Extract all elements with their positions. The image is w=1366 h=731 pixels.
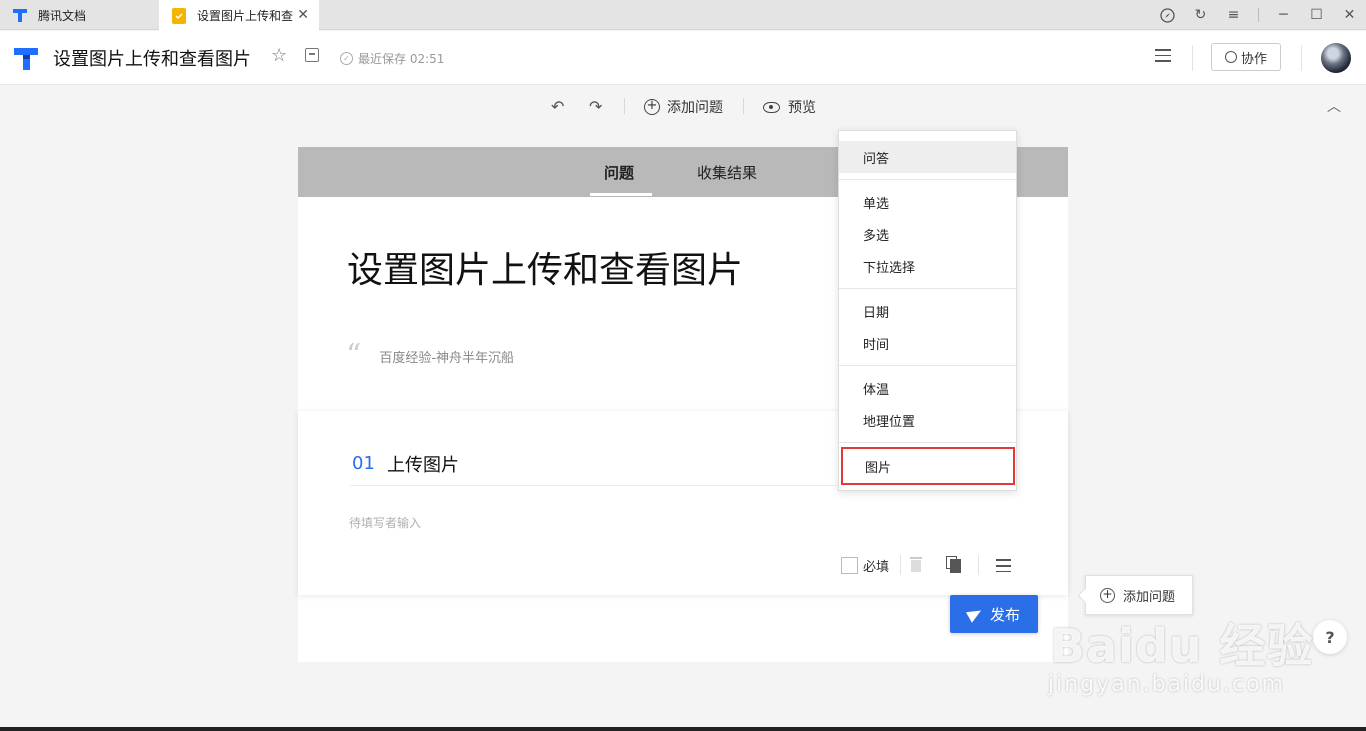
question-type-dropdown: 问答 单选 多选 下拉选择 日期 时间 体温 地理位置 图片 xyxy=(838,130,1017,491)
collaborate-button[interactable]: 协作 xyxy=(1211,43,1281,71)
divider xyxy=(978,555,979,575)
menu-item-dropdown-select[interactable]: 下拉选择 xyxy=(839,250,1016,282)
baidu-jingyan-watermark: Baidu 经验 xyxy=(1050,619,1314,673)
save-status: ✓ 最近保存 02:51 xyxy=(340,50,444,67)
window-tab-bar: 腾讯文档 设置图片上传和查 ✕ ↻ ≡ ─ ☐ ✕ xyxy=(0,0,1366,31)
form-toolbar: ↶ ↷ + 添加问题 预览 ︿ xyxy=(0,86,1366,126)
taskbar-edge xyxy=(0,727,1366,731)
publish-button[interactable]: 发布 xyxy=(950,595,1038,633)
move-to-folder-icon[interactable] xyxy=(305,48,319,62)
eye-icon xyxy=(763,101,780,113)
description-text: 百度经验-神舟半年沉船 xyxy=(379,350,515,366)
menu-item-location[interactable]: 地理位置 xyxy=(839,404,1016,436)
divider xyxy=(350,485,846,486)
floating-add-label: 添加问题 xyxy=(1123,589,1176,605)
menu-item-date[interactable]: 日期 xyxy=(839,295,1016,327)
add-question-label: 添加问题 xyxy=(667,100,723,116)
divider xyxy=(1192,45,1193,71)
tab-label: 设置图片上传和查 xyxy=(197,9,294,23)
user-avatar[interactable] xyxy=(1321,43,1351,73)
menu-item-single-choice[interactable]: 单选 xyxy=(839,186,1016,218)
required-label: 必填 xyxy=(863,560,890,575)
question-menu-icon[interactable] xyxy=(996,559,1011,576)
tab-results[interactable]: 收集结果 xyxy=(697,162,757,183)
redo-icon[interactable]: ↷ xyxy=(589,97,602,116)
compass-icon[interactable] xyxy=(1151,0,1184,30)
preview-label: 预览 xyxy=(788,100,816,116)
divider xyxy=(839,288,1016,289)
divider xyxy=(1258,8,1259,22)
copy-icon[interactable] xyxy=(946,556,962,573)
menu-item-image[interactable]: 图片 xyxy=(841,447,1015,485)
watermark-url: jingyan.baidu.com xyxy=(1048,672,1286,697)
plus-circle-icon: + xyxy=(1100,587,1115,603)
document-title[interactable]: 设置图片上传和查看图片 xyxy=(53,45,251,71)
divider xyxy=(839,179,1016,180)
divider xyxy=(743,98,744,114)
divider xyxy=(900,555,901,575)
required-checkbox[interactable]: 必填 xyxy=(841,556,889,575)
add-question-button[interactable]: + 添加问题 xyxy=(644,97,723,117)
menu-item-temperature[interactable]: 体温 xyxy=(839,372,1016,404)
active-tab-underline xyxy=(590,193,652,196)
checkbox-icon xyxy=(841,557,858,574)
tencent-docs-logo-icon[interactable] xyxy=(12,44,40,72)
star-icon[interactable]: ☆ xyxy=(271,45,287,66)
document-menu-icon[interactable] xyxy=(1155,49,1171,63)
help-button[interactable]: ? xyxy=(1313,620,1347,654)
undo-icon[interactable]: ↶ xyxy=(551,97,564,116)
collaborate-label: 协作 xyxy=(1240,51,1267,67)
divider xyxy=(839,365,1016,366)
close-tab-icon[interactable]: ✕ xyxy=(297,7,309,23)
delete-icon[interactable] xyxy=(910,557,922,573)
menu-item-time[interactable]: 时间 xyxy=(839,327,1016,359)
collapse-chevron-icon[interactable]: ︿ xyxy=(1327,96,1341,116)
minimize-icon[interactable]: ─ xyxy=(1267,0,1300,30)
tab-label: 腾讯文档 xyxy=(38,8,87,23)
publish-label: 发布 xyxy=(989,605,1020,624)
question-title[interactable]: 上传图片 xyxy=(387,451,459,477)
floating-add-question-button[interactable]: + 添加问题 xyxy=(1085,575,1193,615)
answer-placeholder: 待填写者输入 xyxy=(349,516,422,530)
save-status-text: 最近保存 02:51 xyxy=(358,52,445,66)
quote-icon: “ xyxy=(346,338,362,373)
menu-icon[interactable]: ≡ xyxy=(1217,0,1250,30)
paper-plane-icon xyxy=(965,605,985,623)
maximize-icon[interactable]: ☐ xyxy=(1300,0,1333,30)
document-header: 设置图片上传和查看图片 ☆ ✓ 最近保存 02:51 协作 xyxy=(0,31,1366,85)
divider xyxy=(624,98,625,114)
form-description[interactable]: “ 百度经验-神舟半年沉船 xyxy=(346,338,515,373)
form-title[interactable]: 设置图片上传和查看图片 xyxy=(347,241,743,293)
divider xyxy=(1301,45,1302,71)
plus-circle-icon: + xyxy=(644,99,660,115)
person-add-icon xyxy=(1224,51,1237,63)
window-controls: ↻ ≡ ─ ☐ ✕ xyxy=(1151,0,1366,30)
tab-current-doc[interactable]: 设置图片上传和查 ✕ xyxy=(159,0,319,31)
menu-item-multiple-choice[interactable]: 多选 xyxy=(839,218,1016,250)
close-window-icon[interactable]: ✕ xyxy=(1333,0,1366,30)
tencent-docs-icon xyxy=(12,7,28,23)
menu-item-qa[interactable]: 问答 xyxy=(839,141,1016,173)
tab-tencent-docs[interactable]: 腾讯文档 xyxy=(0,0,159,30)
check-circle-icon: ✓ xyxy=(340,52,353,65)
question-number: 01 xyxy=(352,453,375,474)
divider xyxy=(839,442,1016,443)
tab-questions[interactable]: 问题 xyxy=(604,162,634,183)
form-doc-icon xyxy=(171,7,187,24)
refresh-icon[interactable]: ↻ xyxy=(1184,0,1217,30)
preview-button[interactable]: 预览 xyxy=(763,97,816,117)
